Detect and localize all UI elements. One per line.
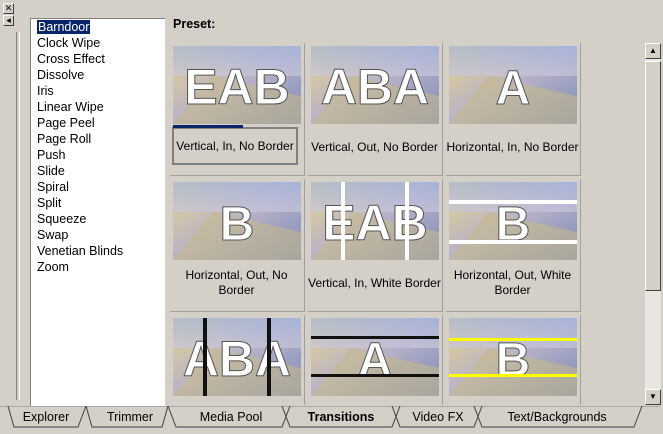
preset-label: Vertical, In, White Border [308,275,441,290]
preset-thumbnail: ABA [173,318,301,396]
preset-thumbnail: B [449,182,577,260]
list-item-label: Venetian Blinds [37,244,124,258]
preset-tile[interactable]: EAB Vertical, In, No Border [170,43,305,176]
list-item[interactable]: Dissolve [31,67,165,83]
preset-grid: EAB Vertical, In, No Border ABA Vertical, O… [170,43,643,405]
preset-label: Vertical, In, No Border [172,127,298,165]
preset-tile[interactable]: A [308,315,443,405]
list-item-label: Split [37,196,62,210]
preset-label: Horizontal, In, No Border [446,139,579,154]
list-item-label: Swap [37,228,69,242]
list-item[interactable]: Push [31,147,165,163]
list-item-label: Clock Wipe [37,36,101,50]
tab-text-backgrounds[interactable]: Text/Backgrounds [482,406,632,428]
svg-text:ABA: ABA [183,331,291,387]
list-item[interactable]: Slide [31,163,165,179]
preset-label: Preset: [173,17,216,31]
tab-video-fx[interactable]: Video FX [400,406,476,428]
scrollbar-thumb[interactable] [645,61,661,291]
list-item[interactable]: Page Roll [31,131,165,147]
list-item[interactable]: Iris [31,83,165,99]
list-item[interactable]: Cross Effect [31,51,165,67]
list-item[interactable]: Squeeze [31,211,165,227]
transition-list[interactable]: Barndoor Clock Wipe Cross Effect Dissolve Ir… [30,18,165,406]
list-item-label: Iris [37,84,54,98]
preset-thumbnail: A [311,318,439,396]
svg-text:B: B [496,334,531,387]
preset-thumbnail: B [173,182,301,260]
preset-thumbnail: EAB [173,46,301,124]
list-item[interactable]: Clock Wipe [31,35,165,51]
list-item[interactable]: Spiral [31,179,165,195]
preset-thumbnail: B [449,318,577,396]
list-item-label: Push [37,148,66,162]
list-item[interactable]: Linear Wipe [31,99,165,115]
list-item-label: Linear Wipe [37,100,104,114]
list-item[interactable]: Swap [31,227,165,243]
dock-handle[interactable] [16,32,20,400]
preview-progress-bar [173,125,243,128]
tab-media-pool[interactable]: Media Pool [180,406,282,428]
preset-label: Horizontal, Out, No Border [185,268,288,297]
list-item-label: Barndoor [35,19,92,35]
preset-label: Vertical, Out, No Border [311,139,438,154]
preset-thumbnail: ABA [311,46,439,124]
arrow-down-icon[interactable]: ▼ [645,389,661,405]
preset-tile[interactable]: A Horizontal, In, No Border [446,43,581,176]
list-item[interactable]: Page Peel [31,115,165,131]
list-item-label: Zoom [37,260,69,274]
list-item-label: Dissolve [37,68,85,82]
list-item-label: Slide [37,164,65,178]
tab-transitions[interactable]: Transitions [290,406,392,428]
preset-thumbnail: A [449,46,577,124]
preset-tile[interactable]: B Horizontal, Out, White Border [446,179,581,312]
svg-text:A: A [496,62,531,115]
list-item[interactable]: Venetian Blinds [31,243,165,259]
list-item-label: Cross Effect [37,52,105,66]
list-item-label: Spiral [37,180,69,194]
tab-bar: Explorer Trimmer Media Pool Transitions … [0,406,663,434]
dock-strip: ✕ ◂ [0,0,30,406]
preset-label: Horizontal, Out, White Border [453,268,572,297]
svg-text:EAB: EAB [322,195,428,251]
preset-tile[interactable]: B [446,315,581,405]
preset-tile[interactable]: ABA Vertical, Out, No Border [308,43,443,176]
list-item-label: Page Roll [37,132,92,146]
svg-text:EAB: EAB [184,59,290,115]
preset-thumbnail: EAB [311,182,439,260]
list-item[interactable]: Zoom [31,259,165,275]
preset-tile[interactable]: ABA [170,315,305,405]
arrow-up-icon[interactable]: ▲ [645,43,661,59]
svg-text:B: B [220,198,255,251]
preset-tile[interactable]: B Horizontal, Out, No Border [170,179,305,312]
preset-tile[interactable]: EAB Vertical, In, White Border [308,179,443,312]
list-item-label: Page Peel [37,116,95,130]
tab-trimmer[interactable]: Trimmer [92,406,168,428]
close-icon[interactable]: ✕ [3,3,14,14]
list-item[interactable]: Split [31,195,165,211]
pin-icon[interactable]: ◂ [3,15,14,26]
tab-explorer[interactable]: Explorer [14,406,78,428]
svg-text:ABA: ABA [321,59,429,115]
list-item-label: Squeeze [37,212,87,226]
svg-text:A: A [358,334,393,387]
preset-scrollbar[interactable]: ▲ ▼ [645,43,661,405]
list-item[interactable]: Barndoor [31,19,165,35]
